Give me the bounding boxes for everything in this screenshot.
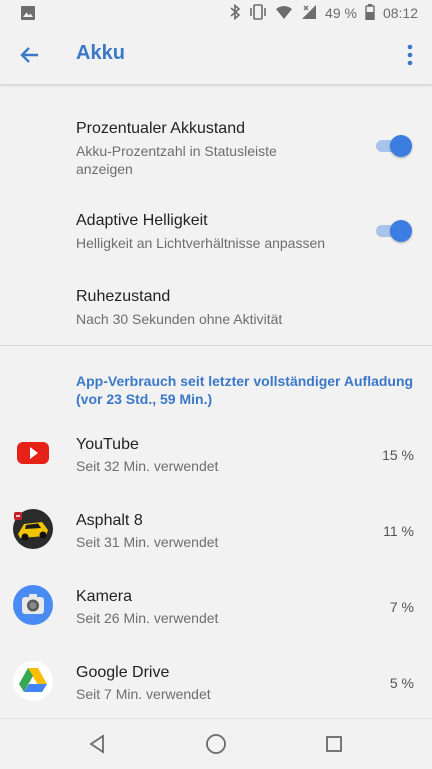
arrow-back-icon[interactable] — [16, 43, 44, 67]
app-name: YouTube — [76, 436, 139, 453]
status-bar: 49 % 08:12 — [0, 0, 432, 26]
setting-adaptive-brightness[interactable]: Adaptive Helligkeit Helligkeit an Lichtv… — [0, 200, 432, 262]
setting-subtitle: Akku-Prozentzahl in Statusleiste anzeige… — [76, 143, 277, 177]
setting-subtitle: Helligkeit an Lichtverhältnisse anpassen — [76, 235, 326, 251]
clock-time: 08:12 — [382, 5, 418, 21]
section-divider — [0, 345, 432, 346]
setting-subtitle: Nach 30 Sekunden ohne Aktivität — [76, 311, 283, 327]
recents-square-icon[interactable] — [322, 732, 346, 756]
bluetooth-icon — [229, 3, 241, 23]
app-usage-item[interactable]: Asphalt 8 Seit 31 Min. verwendet 11 % — [0, 498, 432, 562]
battery-percentage-toggle[interactable] — [372, 135, 412, 157]
setting-sleep[interactable]: Ruhezustand Nach 30 Sekunden ohne Aktivi… — [0, 276, 432, 336]
app-usage-time: Seit 7 Min. verwendet — [76, 686, 211, 702]
setting-title: Prozentualer Akkustand — [76, 120, 245, 137]
app-name: Asphalt 8 — [76, 512, 143, 529]
google-drive-icon — [12, 660, 54, 702]
image-icon — [20, 5, 36, 24]
page-title: Akku — [76, 42, 125, 64]
setting-battery-percentage[interactable]: Prozentualer Akkustand Akku-Prozentzahl … — [0, 108, 432, 188]
app-name: Kamera — [76, 588, 133, 605]
app-usage-percent: 7 % — [389, 599, 414, 615]
app-usage-time: Seit 31 Min. verwendet — [76, 534, 219, 550]
adaptive-brightness-toggle[interactable] — [372, 220, 412, 242]
battery-icon — [365, 3, 375, 23]
asphalt-icon — [12, 508, 54, 550]
battery-percent: 49 % — [325, 5, 357, 21]
app-usage-percent: 15 % — [382, 447, 414, 463]
more-vert-icon[interactable] — [402, 42, 418, 68]
app-usage-percent: 5 % — [389, 675, 414, 691]
setting-title: Adaptive Helligkeit — [76, 212, 208, 229]
usage-section-header: App-Verbrauch seit letzter vollständiger… — [76, 373, 414, 407]
setting-title: Ruhezustand — [76, 288, 171, 305]
app-usage-item[interactable]: Google Drive Seit 7 Min. verwendet 5 % — [0, 650, 432, 714]
home-circle-icon[interactable] — [204, 732, 228, 756]
wifi-icon — [275, 4, 293, 23]
app-usage-item[interactable]: YouTube Seit 32 Min. verwendet 15 % — [0, 422, 432, 486]
signal-icon — [301, 4, 317, 23]
vibrate-icon — [249, 3, 267, 23]
app-usage-percent: 11 % — [383, 523, 414, 539]
toggle-thumb — [390, 135, 412, 157]
navigation-bar — [0, 718, 432, 769]
app-usage-time: Seit 26 Min. verwendet — [76, 610, 219, 626]
app-bar: Akku — [0, 26, 432, 85]
youtube-icon — [12, 432, 54, 474]
app-usage-item[interactable]: Kamera Seit 26 Min. verwendet 7 % — [0, 574, 432, 638]
toggle-thumb — [390, 220, 412, 242]
app-name: Google Drive — [76, 664, 170, 681]
camera-icon — [12, 584, 54, 626]
app-usage-time: Seit 32 Min. verwendet — [76, 458, 219, 474]
back-triangle-icon[interactable] — [86, 732, 110, 756]
